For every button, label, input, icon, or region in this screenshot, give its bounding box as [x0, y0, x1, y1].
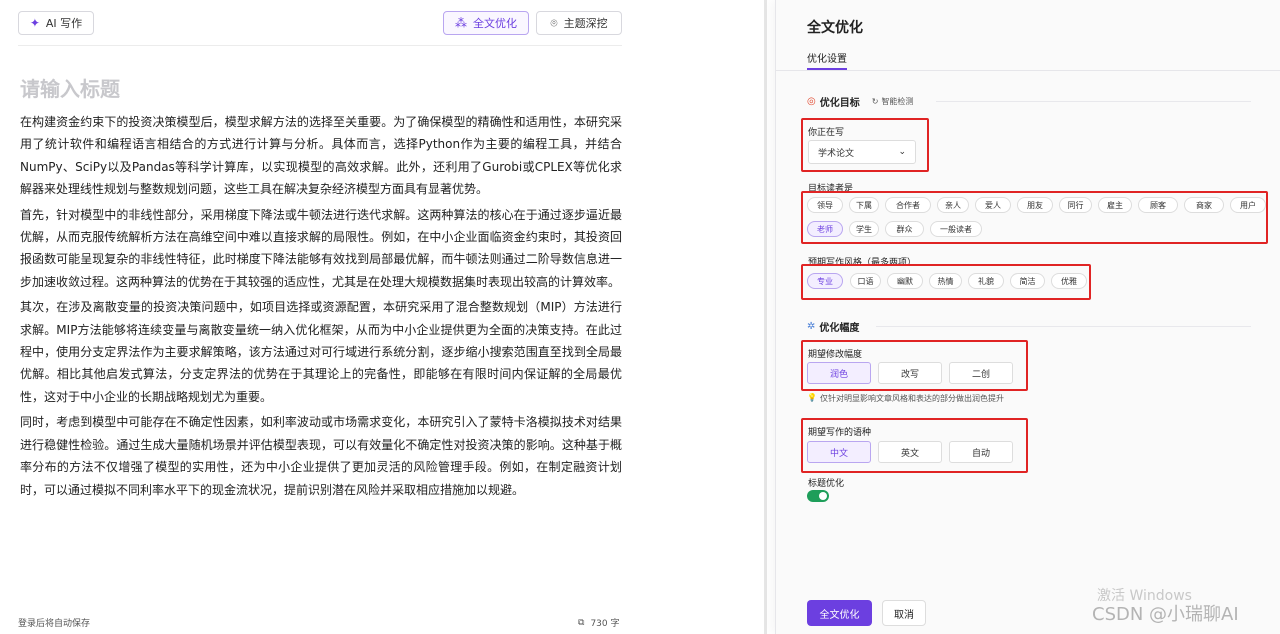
modify-option[interactable]: 二创 — [949, 362, 1013, 384]
cancel-button[interactable]: 取消 — [882, 600, 926, 626]
reader-chip[interactable]: 合作者 — [885, 197, 931, 213]
smart-detect-label: 智能检测 — [881, 97, 914, 106]
ai-write-label: AI 写作 — [45, 17, 83, 30]
style-chip[interactable]: 口语 — [850, 273, 881, 289]
paragraph: 在构建资金约束下的投资决策模型后，模型求解方法的选择至关重要。为了确保模型的精确… — [20, 115, 622, 197]
chevron-down-icon: ⌄ — [898, 147, 906, 157]
modify-hint-text: 仅针对明显影响文章风格和表达的部分做出润色提升 — [819, 394, 1004, 403]
panel-divider — [776, 70, 1280, 71]
reader-chip[interactable]: 用户 — [1230, 197, 1266, 213]
reader-chip[interactable]: 爱人 — [975, 197, 1011, 213]
section-divider — [876, 326, 1251, 327]
editor-area: ✦ AI 写作 ⁂ 全文优化 ⌾ 主题深挖 请输入标题 在构建资金约束下的投资决… — [0, 0, 640, 634]
csdn-watermark: CSDN @小瑞聊AI — [1092, 604, 1239, 625]
refresh-icon: ↻ — [871, 97, 879, 106]
paragraph: 其次，在涉及离散变量的投资决策问题中，如项目选择或资源配置，本研究采用了混合整数… — [20, 300, 622, 404]
readers-label: 目标读者是 — [808, 184, 854, 194]
location-pin-icon: ⌾ — [550, 15, 558, 30]
gear-icon: ✲ — [807, 321, 816, 332]
full-optimize-button[interactable]: ⁂ 全文优化 — [443, 11, 529, 35]
paragraph: 同时，考虑到模型中可能存在不确定性因素，如利率波动或市场需求变化，本研究引入了蒙… — [20, 415, 622, 497]
reader-chip[interactable]: 学生 — [849, 221, 879, 237]
writing-type-select[interactable]: 学术论文 ⌄ — [808, 140, 916, 164]
ai-write-button[interactable]: ✦ AI 写作 — [18, 11, 94, 35]
modify-hint: 💡 仅针对明显影响文章风格和表达的部分做出润色提升 — [807, 393, 1004, 404]
writing-label: 你正在写 — [808, 128, 845, 138]
style-chip[interactable]: 专业 — [807, 273, 843, 289]
toolbar-divider — [18, 45, 622, 46]
copy-icon[interactable]: ⧉ — [578, 618, 584, 628]
goal-section-heading: ◎ 优化目标 ↻ 智能检测 — [807, 94, 913, 109]
tab-optimize-settings[interactable]: 优化设置 — [807, 50, 847, 65]
lang-option[interactable]: 自动 — [949, 441, 1013, 463]
modify-label: 期望修改幅度 — [808, 350, 863, 360]
word-count: ⧉ 730 字 — [578, 616, 620, 630]
panel-title: 全文优化 — [807, 20, 863, 36]
lang-option[interactable]: 英文 — [878, 441, 942, 463]
background-gap — [640, 0, 775, 634]
reader-chip[interactable]: 一般读者 — [930, 221, 982, 237]
title-optimize-toggle[interactable] — [807, 490, 829, 502]
theme-deepen-button[interactable]: ⌾ 主题深挖 — [536, 11, 622, 35]
reader-chip[interactable]: 下属 — [849, 197, 879, 213]
full-optimize-label: 全文优化 — [473, 17, 517, 30]
word-count-label: 730 字 — [590, 619, 620, 629]
degree-heading-label: 优化幅度 — [819, 323, 860, 334]
autosave-hint: 登录后将自动保存 — [18, 619, 91, 629]
scrollbar[interactable] — [764, 0, 767, 634]
theme-deepen-label: 主题深挖 — [563, 17, 608, 30]
style-label: 预期写作风格（最多两项） — [808, 258, 917, 268]
degree-section-heading: ✲ 优化幅度 — [807, 319, 859, 334]
smart-detect-toggle[interactable]: ↻ 智能检测 — [872, 96, 914, 107]
paragraph: 首先，针对模型中的非线性部分，采用梯度下降法或牛顿法进行迭代求解。这两种算法的核… — [20, 207, 622, 289]
style-chip[interactable]: 礼貌 — [968, 273, 1004, 289]
reader-chip[interactable]: 顾客 — [1138, 197, 1178, 213]
style-chip[interactable]: 热情 — [929, 273, 962, 289]
sparkle-icon: ✦ — [29, 16, 40, 30]
modify-option[interactable]: 改写 — [878, 362, 942, 384]
reader-chip[interactable]: 商家 — [1184, 197, 1224, 213]
reader-chip[interactable]: 同行 — [1059, 197, 1092, 213]
style-chip[interactable]: 幽默 — [887, 273, 923, 289]
lightbulb-icon: 💡 — [807, 393, 817, 402]
lang-label: 期望写作的语种 — [808, 428, 872, 438]
lang-option[interactable]: 中文 — [807, 441, 871, 463]
modify-option[interactable]: 润色 — [807, 362, 871, 384]
title-input[interactable]: 请输入标题 — [20, 73, 120, 102]
reader-chip[interactable]: 朋友 — [1017, 197, 1053, 213]
document-body[interactable]: 在构建资金约束下的投资决策模型后，模型求解方法的选择至关重要。为了确保模型的精确… — [20, 111, 622, 504]
toggle-knob — [819, 492, 827, 500]
reader-chip[interactable]: 群众 — [885, 221, 924, 237]
optimize-panel: 全文优化 优化设置 ◎ 优化目标 ↻ 智能检测 你正在写 学术论文 ⌄ 目标读者… — [775, 0, 1280, 634]
reader-chip[interactable]: 领导 — [807, 197, 843, 213]
title-optimize-label: 标题优化 — [808, 479, 845, 489]
writing-type-value: 学术论文 — [818, 148, 855, 159]
goal-heading-label: 优化目标 — [819, 98, 860, 109]
style-chip[interactable]: 简洁 — [1010, 273, 1045, 289]
section-divider — [936, 101, 1251, 102]
target-icon: ◎ — [807, 96, 816, 107]
reader-chip[interactable]: 雇主 — [1098, 197, 1132, 213]
style-chip[interactable]: 优雅 — [1051, 273, 1087, 289]
submit-optimize-button[interactable]: 全文优化 — [807, 600, 872, 626]
magic-wand-icon: ⁂ — [455, 16, 467, 30]
reader-chip[interactable]: 亲人 — [937, 197, 969, 213]
reader-chip[interactable]: 老师 — [807, 221, 843, 237]
